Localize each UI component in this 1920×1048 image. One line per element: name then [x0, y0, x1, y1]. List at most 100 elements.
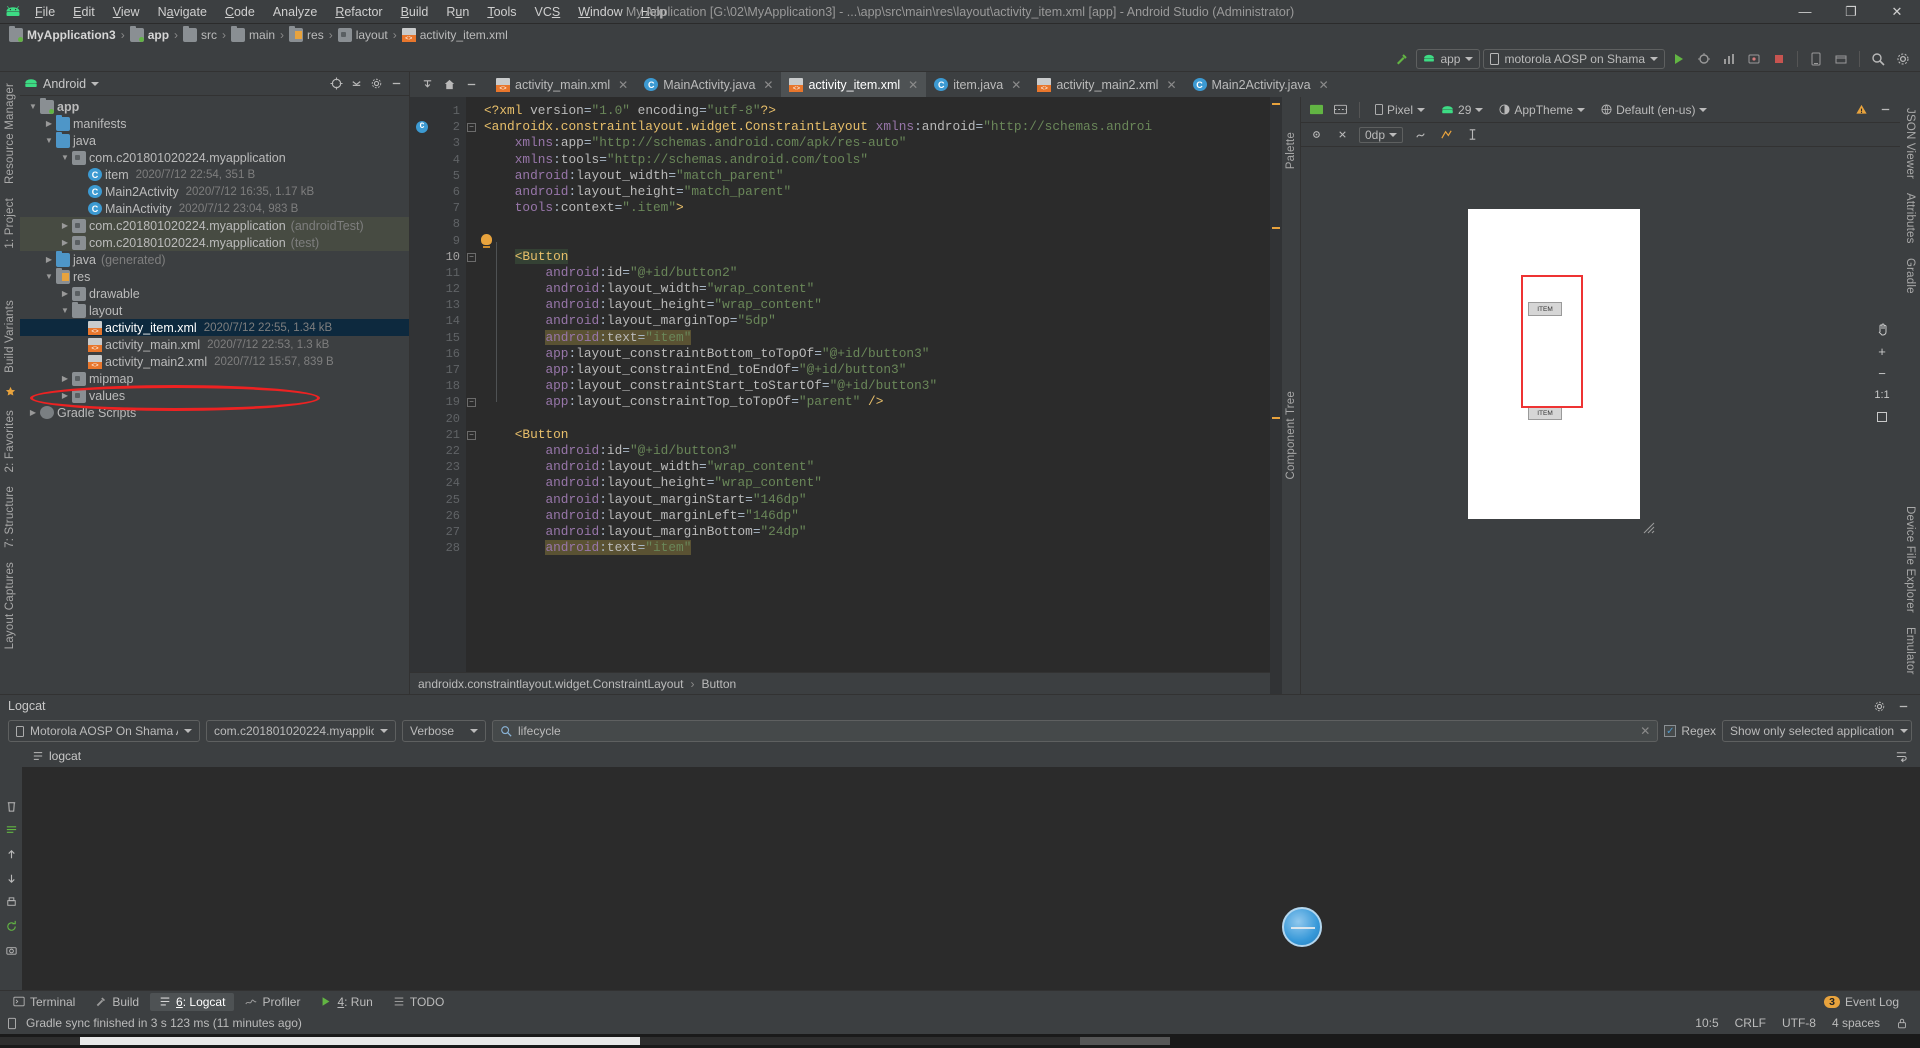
rail-structure[interactable]: 7: Structure [1, 479, 19, 555]
code-line[interactable]: android:layout_height="wrap_content" [484, 297, 1270, 313]
code-scroll-area[interactable]: 1 2− C 3 4 5 6 7 8 9 10−11 12 13 14 15 16 17 18 19−20 21−22… [410, 97, 1270, 672]
default-margin-field[interactable]: 0dp [1359, 126, 1404, 143]
screenshot-icon[interactable] [2, 941, 20, 959]
chevron-down-icon[interactable]: ▼ [58, 306, 72, 315]
project-view-selector[interactable]: Android [24, 77, 100, 91]
line-number[interactable]: 5 [410, 168, 466, 184]
code-line[interactable]: <androidx.constraintlayout.widget.Constr… [484, 119, 1270, 135]
guideline-icon[interactable] [1463, 126, 1481, 144]
rail-json-viewer[interactable]: JSON Viewer [1901, 101, 1919, 186]
editor-tab-activity-main2-xml[interactable]: activity_main2.xml ✕ [1029, 72, 1184, 97]
editor-tab-main2activity-java[interactable]: C Main2Activity.java ✕ [1185, 72, 1337, 97]
zoom-to-fit-button[interactable] [1872, 407, 1892, 427]
design-canvas[interactable]: ITEM ITEM + − 1:1 [1301, 147, 1900, 694]
tree-row[interactable]: ▶ com.c201801020224.myapplication (android… [20, 217, 409, 234]
menu-vcs[interactable]: VCS [526, 2, 570, 22]
code-editor-pane[interactable]: 1 2− C 3 4 5 6 7 8 9 10−11 12 13 14 15 16 17 18 19−20 21−22… [410, 97, 1270, 694]
settings-gear-icon[interactable] [1892, 48, 1914, 70]
tree-row[interactable]: activity_item.xml 2020/7/12 22:55, 1.34 k… [20, 319, 409, 336]
up-icon[interactable] [2, 845, 20, 863]
chevron-down-icon[interactable]: ▼ [58, 153, 72, 162]
collapse-all-icon[interactable] [347, 75, 365, 93]
tree-row[interactable]: C Main2Activity 2020/7/12 16:35, 1.17 kB [20, 183, 409, 200]
breadcrumb-src[interactable]: src [180, 26, 220, 43]
logcat-regex-toggle[interactable]: ✓ Regex [1664, 724, 1716, 738]
editor-tab-activity-main-xml[interactable]: activity_main.xml ✕ [488, 72, 636, 97]
blueprint-mode-icon[interactable] [1331, 101, 1349, 119]
code-line[interactable]: android:layout_height="wrap_content" [484, 475, 1270, 491]
rail-layout-captures[interactable]: Layout Captures [1, 555, 19, 656]
breadcrumb-layout[interactable]: layout [335, 27, 391, 43]
code-line[interactable]: android:text="item" [484, 329, 1270, 346]
run-configuration-selector[interactable]: app [1416, 48, 1481, 69]
print-icon[interactable] [2, 893, 20, 911]
line-number[interactable]: 21− [410, 427, 476, 443]
line-number[interactable]: 13 [410, 297, 466, 313]
line-number[interactable]: 7 [410, 200, 466, 216]
close-icon[interactable]: ✕ [618, 78, 628, 92]
line-number[interactable]: 4 [410, 152, 466, 168]
close-icon[interactable]: ✕ [1166, 78, 1176, 92]
code-line[interactable]: xmlns:tools="http://schemas.android.com/… [484, 152, 1270, 168]
menu-build[interactable]: Build [392, 2, 438, 22]
code-line[interactable]: app:layout_constraintBottom_toTopOf="@+i… [484, 346, 1270, 362]
code-line[interactable]: android:layout_width="wrap_content" [484, 281, 1270, 297]
infer-constraints-icon[interactable] [1437, 126, 1455, 144]
tree-row[interactable]: activity_main2.xml 2020/7/12 15:57, 839 B [20, 353, 409, 370]
close-icon[interactable]: ✕ [763, 78, 773, 92]
chevron-right-icon[interactable]: ▶ [58, 238, 72, 247]
menu-run[interactable]: Run [437, 2, 478, 22]
code-line[interactable] [484, 216, 1270, 232]
select-opened-file-icon[interactable] [418, 76, 436, 94]
tree-row[interactable]: Citem 2020/7/12 22:54, 351 B [20, 166, 409, 183]
menu-window[interactable]: Window [569, 2, 631, 22]
tree-row[interactable]: ▶ mipmap [20, 370, 409, 387]
menu-edit[interactable]: Edit [64, 2, 104, 22]
line-number[interactable]: 28 [410, 540, 466, 556]
restart-icon[interactable] [2, 917, 20, 935]
breadcrumb-main[interactable]: main [228, 26, 278, 43]
settings-gear-icon[interactable] [1870, 697, 1888, 715]
tree-row[interactable]: ▼ res [20, 267, 409, 285]
code-line[interactable]: xmlns:app="http://schemas.android.com/ap… [484, 135, 1270, 151]
settings-gear-icon[interactable] [367, 75, 385, 93]
api-level-selector[interactable]: 29 [1436, 101, 1488, 119]
close-button[interactable]: ✕ [1874, 0, 1920, 24]
rail-project[interactable]: 1: Project [1, 191, 19, 256]
tool-window-profiler[interactable]: Profiler [236, 993, 309, 1011]
logcat-filter-selector[interactable]: Show only selected application [1722, 720, 1912, 742]
breadcrumb-project[interactable]: MyApplication3 [6, 26, 119, 43]
code-line[interactable]: android:id="@+id/button2" [484, 265, 1270, 281]
code-line[interactable] [484, 233, 1270, 249]
lock-icon[interactable] [1896, 1017, 1908, 1030]
avd-manager-icon[interactable] [1805, 48, 1827, 70]
home-icon[interactable] [440, 76, 458, 94]
tree-row[interactable]: ▶ com.c201801020224.myapplication (test) [20, 234, 409, 251]
hide-panel-icon[interactable] [387, 75, 405, 93]
code-line[interactable]: app:layout_constraintTop_toTopOf="parent… [484, 394, 1270, 410]
logcat-process-selector[interactable]: com.c201801020224.myapplicatio [206, 720, 396, 742]
code-line[interactable]: android:text="item" [484, 540, 1270, 556]
zoom-level-label[interactable]: 1:1 [1872, 385, 1892, 405]
line-number[interactable]: 22 [410, 443, 466, 459]
tree-row[interactable]: ▶ java (generated) [20, 250, 409, 268]
menu-refactor[interactable]: Refactor [326, 2, 391, 22]
profile-icon[interactable] [1718, 48, 1740, 70]
breadcrumb-button[interactable]: Button [702, 677, 737, 691]
logcat-tab[interactable]: logcat [26, 747, 87, 765]
rail-favorites[interactable]: 2: Favorites [1, 403, 19, 479]
hide-icon[interactable] [1876, 101, 1894, 119]
zoom-in-button[interactable]: + [1872, 341, 1892, 361]
device-selector[interactable]: motorola AOSP on Shama [1483, 48, 1665, 69]
line-number[interactable]: 17 [410, 362, 466, 378]
line-number[interactable]: 6 [410, 184, 466, 200]
hide-icon[interactable] [1894, 697, 1912, 715]
hide-icon[interactable] [462, 76, 480, 94]
line-number[interactable]: 15 [410, 330, 466, 346]
chevron-right-icon[interactable]: ▶ [58, 289, 72, 298]
rail-device-file-explorer[interactable]: Device File Explorer [1901, 499, 1919, 620]
resize-handle-icon[interactable] [1642, 521, 1656, 535]
rail-resource-manager[interactable]: Resource Manager [1, 76, 19, 191]
line-number[interactable]: 8 [410, 216, 466, 232]
editor-tab-item-java[interactable]: C item.java ✕ [926, 72, 1029, 97]
